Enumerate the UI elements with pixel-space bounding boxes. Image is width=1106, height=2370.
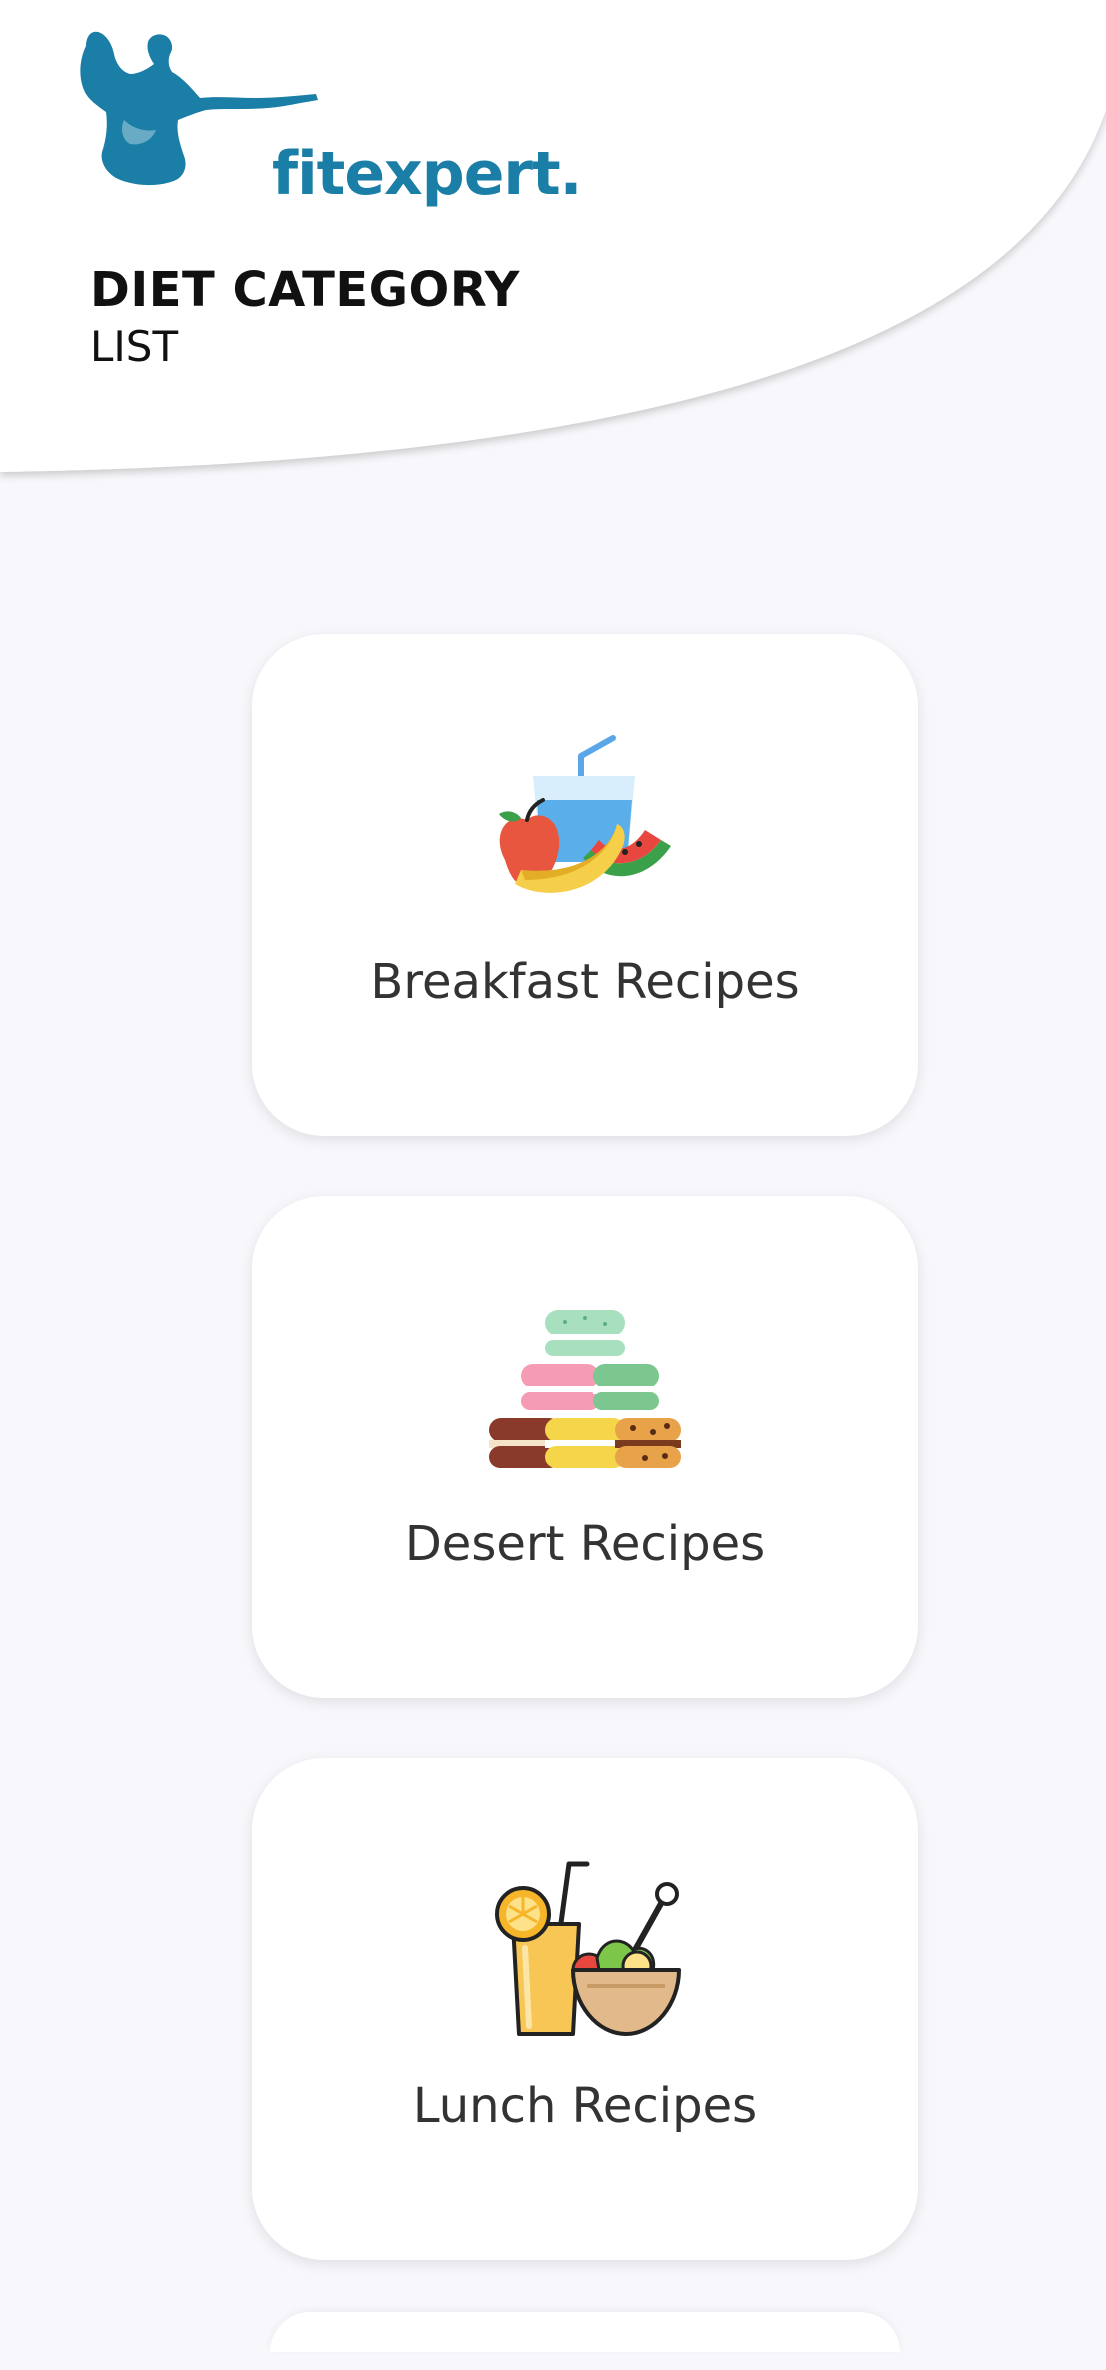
diet-category-screen: fitexpert. DIET CATEGORY LIST Breakfast … <box>0 0 1106 2370</box>
logo-wordmark: fitexpert. <box>272 139 582 209</box>
category-card-breakfast[interactable]: Breakfast Recipes <box>252 634 918 1136</box>
lunch-bowl-icon <box>495 1861 681 2036</box>
page-subtitle: LIST <box>90 322 179 371</box>
next-category-card-peek <box>270 2312 900 2352</box>
category-card-lunch[interactable]: Lunch Recipes <box>252 1758 918 2260</box>
category-label: Lunch Recipes <box>412 2078 758 2134</box>
page-title: DIET CATEGORY <box>90 262 520 318</box>
category-label: Desert Recipes <box>404 1516 766 1572</box>
macaron-stack-icon <box>489 1310 681 1468</box>
fitexpert-logo: fitexpert. <box>72 28 582 204</box>
category-label: Breakfast Recipes <box>370 954 800 1010</box>
breakfast-fruit-icon <box>499 735 671 893</box>
category-card-desert[interactable]: Desert Recipes <box>252 1196 918 1698</box>
